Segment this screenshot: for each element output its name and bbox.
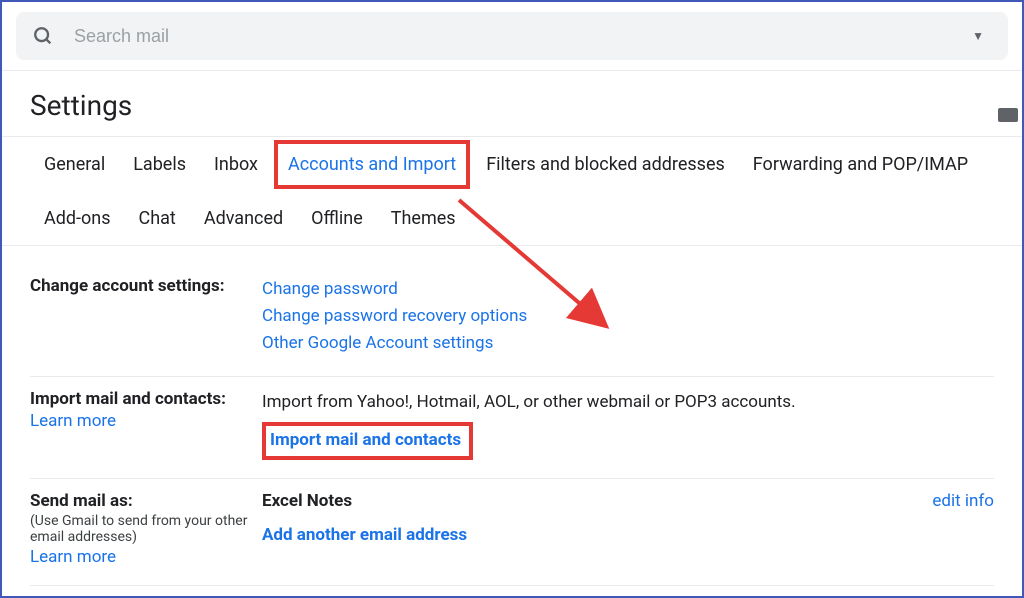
tab-advanced[interactable]: Advanced — [190, 192, 297, 245]
tab-offline[interactable]: Offline — [297, 192, 377, 245]
input-tools-icon[interactable] — [998, 108, 1018, 122]
tab-general[interactable]: General — [30, 138, 119, 191]
change-recovery-link[interactable]: Change password recovery options — [262, 303, 994, 330]
page-title: Settings — [2, 71, 1022, 136]
search-options-dropdown[interactable]: ▼ — [964, 25, 992, 47]
send-mail-account-name: Excel Notes — [262, 491, 352, 511]
send-mail-as-sub: (Use Gmail to send from your other email… — [30, 513, 254, 545]
tab-filters[interactable]: Filters and blocked addresses — [472, 138, 739, 191]
change-account-label: Change account settings: — [30, 276, 225, 296]
add-another-email-link[interactable]: Add another email address — [262, 525, 467, 545]
import-description: Import from Yahoo!, Hotmail, AOL, or oth… — [262, 392, 796, 412]
highlight-import-action: Import mail and contacts — [262, 422, 473, 460]
search-icon — [32, 25, 54, 47]
tab-accounts-and-import[interactable]: Accounts and Import — [274, 140, 470, 189]
section-change-account: Change account settings: Change password… — [30, 264, 994, 377]
tab-inbox[interactable]: Inbox — [200, 138, 272, 191]
section-import-mail: Import mail and contacts: Learn more Imp… — [30, 377, 994, 479]
other-account-settings-link[interactable]: Other Google Account settings — [262, 330, 994, 357]
tab-forwarding[interactable]: Forwarding and POP/IMAP — [739, 138, 982, 191]
change-password-link[interactable]: Change password — [262, 276, 994, 303]
tab-addons[interactable]: Add-ons — [30, 192, 125, 245]
section-send-mail-as: Send mail as: (Use Gmail to send from yo… — [30, 479, 994, 586]
import-mail-action-link[interactable]: Import mail and contacts — [270, 430, 461, 450]
import-mail-label: Import mail and contacts: — [30, 389, 226, 409]
edit-info-link[interactable]: edit info — [932, 491, 994, 511]
import-learn-more-link[interactable]: Learn more — [30, 411, 254, 431]
send-mail-as-label: Send mail as: — [30, 491, 133, 511]
tab-chat[interactable]: Chat — [125, 192, 190, 245]
send-mail-learn-more-link[interactable]: Learn more — [30, 547, 254, 567]
tab-labels[interactable]: Labels — [119, 138, 200, 191]
tab-themes[interactable]: Themes — [377, 192, 470, 245]
settings-tabs: General Labels Inbox Accounts and Import… — [2, 136, 1022, 246]
search-bar[interactable]: ▼ — [16, 12, 1008, 60]
search-input[interactable] — [74, 26, 964, 47]
